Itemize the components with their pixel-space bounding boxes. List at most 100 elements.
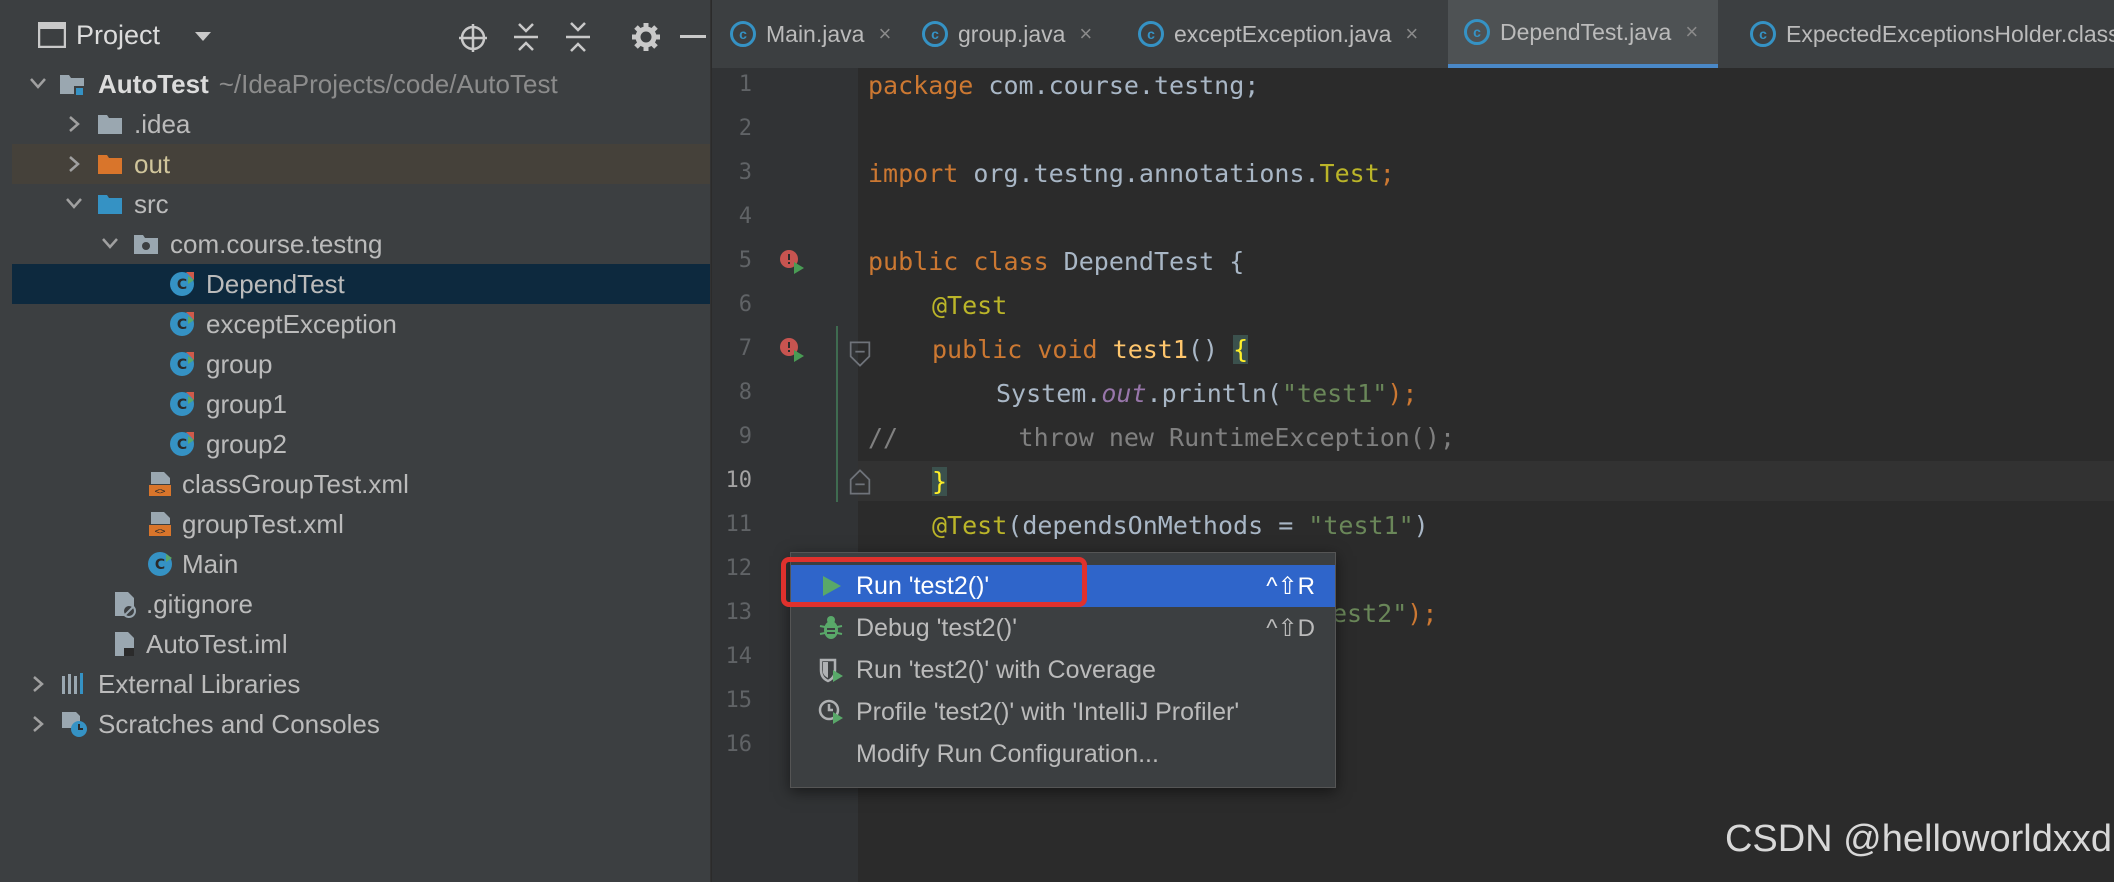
highlight-annotation-box	[781, 557, 1087, 607]
editor-tab-bar: c Main.java × c group.java × c exceptExc…	[712, 0, 2114, 69]
close-icon[interactable]: ×	[1685, 19, 1698, 45]
svg-text:C: C	[177, 357, 187, 373]
tree-item-label: src	[134, 189, 169, 219]
chevron-down-icon[interactable]	[192, 30, 214, 44]
menu-item-debug-test2[interactable]: Debug 'test2()' ^⇧D	[791, 607, 1335, 649]
class-icon: c	[1464, 19, 1490, 45]
chevron-down-icon[interactable]	[64, 184, 84, 224]
line-number: 11	[725, 512, 753, 537]
line-number: 7	[738, 336, 752, 361]
svg-text:C: C	[155, 557, 165, 573]
project-panel: Project AutoTest ~/IdeaProjects/code/Aut…	[12, 0, 711, 882]
chevron-down-icon[interactable]	[28, 64, 48, 104]
code-line-1: package com.course.testng;	[868, 71, 1260, 100]
tree-item-group2[interactable]: C group2	[12, 424, 710, 464]
source-folder-icon	[98, 195, 122, 214]
menu-item-profile[interactable]: Profile 'test2()' with 'IntelliJ Profile…	[791, 691, 1335, 733]
caret-row-highlight	[858, 461, 2114, 501]
project-panel-title[interactable]: Project	[76, 20, 160, 51]
project-panel-header: Project	[12, 0, 710, 72]
tree-item-package[interactable]: com.course.testng	[12, 224, 710, 264]
excluded-folder-icon	[98, 155, 122, 174]
tree-item-autotest[interactable]: AutoTest ~/IdeaProjects/code/AutoTest	[12, 64, 710, 104]
line-number: 3	[738, 160, 752, 185]
tree-item-label: Scratches and Consoles	[98, 709, 380, 739]
svg-text:<>: <>	[155, 527, 166, 537]
tree-item-label: group2	[206, 429, 287, 459]
minimize-icon[interactable]	[680, 34, 706, 40]
tree-item-gitignore[interactable]: .gitignore	[12, 584, 710, 624]
line-number: 12	[725, 556, 753, 581]
run-test-gutter-icon[interactable]	[778, 336, 806, 364]
line-number: 15	[725, 688, 753, 713]
xml-file-icon: <>	[149, 512, 171, 537]
chevron-right-icon[interactable]	[28, 664, 48, 704]
tab-group-java[interactable]: c group.java ×	[904, 0, 1120, 68]
menu-item-shortcut: ^⇧R	[1266, 572, 1315, 600]
svg-text:C: C	[177, 397, 187, 413]
tab-main-java[interactable]: c Main.java ×	[712, 0, 904, 68]
expand-all-icon[interactable]	[510, 20, 542, 54]
menu-item-shortcut: ^⇧D	[1266, 614, 1315, 642]
coverage-icon	[819, 658, 843, 683]
test-class-icon: C	[170, 272, 194, 296]
code-line-11: @Test(dependsOnMethods = "test1")	[932, 511, 1429, 540]
tree-item-external-libraries[interactable]: External Libraries	[12, 664, 710, 704]
close-icon[interactable]: ×	[878, 21, 891, 47]
code-line-5: public class DependTest {	[868, 247, 1245, 276]
tree-item-dependtest[interactable]: C DependTest	[12, 264, 710, 304]
tree-item-label: AutoTest.iml	[146, 629, 288, 659]
tree-item-label: classGroupTest.xml	[182, 469, 409, 499]
run-test-gutter-icon[interactable]	[778, 248, 806, 276]
chevron-right-icon[interactable]	[28, 704, 48, 744]
tab-label: exceptException.java	[1174, 20, 1392, 47]
tree-item-out[interactable]: out	[12, 144, 710, 184]
folder-icon	[98, 115, 122, 134]
class-icon: c	[1138, 21, 1164, 47]
tab-label: group.java	[958, 20, 1066, 47]
tab-dependtest-java[interactable]: c DependTest.java ×	[1448, 0, 1718, 68]
iml-file-icon	[115, 632, 134, 656]
tree-item-exceptexception[interactable]: C exceptException	[12, 304, 710, 344]
tab-exceptexception-java[interactable]: c exceptException.java ×	[1120, 0, 1420, 68]
chevron-right-icon[interactable]	[64, 104, 84, 144]
tree-item-scratches[interactable]: Scratches and Consoles	[12, 704, 710, 744]
tree-item-label: External Libraries	[98, 669, 301, 699]
ignore-file-icon	[115, 592, 136, 618]
test-class-icon: C	[170, 352, 194, 376]
tab-expectedexceptionsholder-class[interactable]: c ExpectedExceptionsHolder.class	[1736, 0, 2114, 68]
line-number: 8	[738, 380, 752, 405]
chevron-down-icon[interactable]	[100, 224, 120, 264]
svg-text:C: C	[177, 437, 187, 453]
profiler-icon	[818, 699, 843, 724]
test-class-icon: C	[170, 312, 194, 336]
line-number: 16	[725, 732, 753, 757]
code-line-3: import org.testng.annotations.Test;	[868, 159, 1395, 188]
tree-item-grouptest-xml[interactable]: <> groupTest.xml	[12, 504, 710, 544]
chevron-right-icon[interactable]	[64, 144, 84, 184]
test-class-icon: C	[170, 392, 194, 416]
code-line-10: }	[932, 467, 948, 496]
module-folder-icon	[60, 75, 84, 96]
tree-item-main[interactable]: C Main	[12, 544, 710, 584]
close-icon[interactable]: ×	[1405, 21, 1418, 47]
crosshair-icon[interactable]	[457, 22, 489, 54]
gear-icon[interactable]	[630, 21, 662, 53]
tree-item-label: DependTest	[206, 269, 345, 299]
tree-item-group1[interactable]: C group1	[12, 384, 710, 424]
menu-item-run-with-coverage[interactable]: Run 'test2()' with Coverage	[791, 649, 1335, 691]
menu-item-label: Profile 'test2()' with 'IntelliJ Profile…	[856, 697, 1240, 726]
tree-item-classgrouptest-xml[interactable]: <> classGroupTest.xml	[12, 464, 710, 504]
line-number: 13	[725, 600, 753, 625]
collapse-all-icon[interactable]	[562, 20, 594, 54]
close-icon[interactable]: ×	[1079, 21, 1092, 47]
tree-item-group[interactable]: C group	[12, 344, 710, 384]
tree-item-idea[interactable]: .idea	[12, 104, 710, 144]
menu-item-modify-run-configuration[interactable]: Modify Run Configuration...	[791, 733, 1335, 775]
code-line-6: @Test	[932, 291, 1008, 320]
code-line-13-partial: est2");	[1332, 599, 1438, 628]
line-number: 2	[738, 116, 752, 141]
xml-file-icon: <>	[149, 472, 171, 497]
tree-item-src[interactable]: src	[12, 184, 710, 224]
tree-item-autotest-iml[interactable]: AutoTest.iml	[12, 624, 710, 664]
